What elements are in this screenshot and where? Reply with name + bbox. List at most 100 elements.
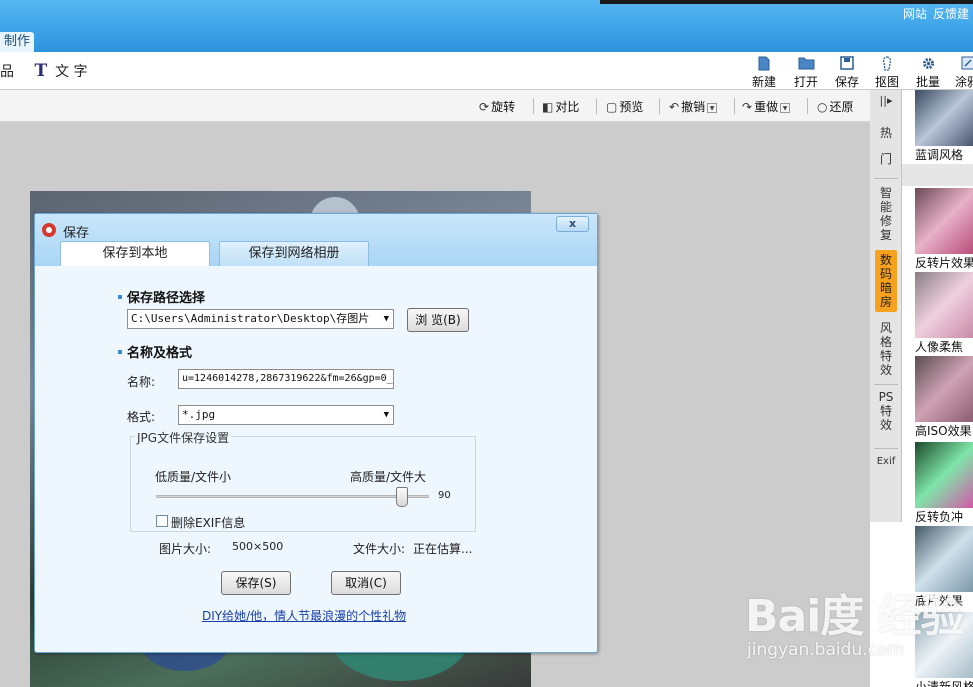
- text-tool-button[interactable]: 文 字: [55, 64, 87, 80]
- thumb-label: 反转片效果: [915, 256, 973, 270]
- save-label: 保存: [834, 75, 859, 89]
- chevron-down-icon[interactable]: ▼: [384, 310, 389, 328]
- watermark-url: jingyan.baidu.com: [747, 640, 904, 660]
- cutout-label: 抠图: [874, 75, 899, 89]
- effect-thumb-reverse[interactable]: 反转片效果: [915, 188, 973, 271]
- restore-icon: ○: [817, 100, 828, 114]
- tab-save-web-album[interactable]: 保存到网络相册: [219, 241, 369, 266]
- text-tool-icon[interactable]: T: [34, 61, 47, 81]
- edit-separator: [533, 98, 534, 114]
- toolbar-item-partial[interactable]: 品: [0, 64, 14, 80]
- batch-label: 批量: [915, 75, 940, 89]
- format-select[interactable]: *.jpg ▼: [178, 405, 394, 425]
- effect-thumb-iso[interactable]: 高ISO效果: [915, 356, 973, 439]
- path-value: C:\Users\Administrator\Desktop\存图片: [131, 312, 370, 325]
- effect-thumb-blue[interactable]: 蓝调风格: [915, 90, 973, 163]
- redo-label: 重做: [754, 100, 779, 114]
- undo-dropdown-icon[interactable]: ▼: [707, 103, 718, 113]
- baidu-watermark: Bai度 经验 jingyan.baidu.com: [745, 580, 973, 687]
- edit-separator: [596, 98, 597, 114]
- format-value: *.jpg: [182, 408, 216, 421]
- dialog-save-button[interactable]: 保存(S): [221, 571, 291, 595]
- file-size-label: 文件大小:: [353, 542, 406, 556]
- tab-separator: [874, 178, 898, 179]
- new-file-icon: [747, 56, 781, 72]
- thumb-label: 人像柔焦: [915, 340, 964, 354]
- open-label: 打开: [793, 75, 818, 89]
- effect-thumb-soft[interactable]: 人像柔焦: [915, 272, 973, 355]
- dialog-cancel-button[interactable]: 取消(C): [331, 571, 401, 595]
- paint-label: 涂鸦: [954, 75, 973, 89]
- preview-label: 预览: [619, 100, 644, 114]
- name-input[interactable]: u=1246014278,2867319622&fm=26&gp=0_: [178, 369, 394, 389]
- thumb-scroll-header: [902, 164, 973, 186]
- dialog-close-button[interactable]: x: [556, 216, 589, 232]
- tab-darkroom[interactable]: 数码暗房: [875, 250, 897, 312]
- browse-button[interactable]: 浏 览(B): [407, 308, 469, 332]
- rotate-icon: ⟳: [479, 100, 490, 114]
- format-label: 格式:: [127, 410, 156, 424]
- compare-label: 对比: [555, 100, 580, 114]
- path-combobox[interactable]: C:\Users\Administrator\Desktop\存图片 ▼: [127, 309, 394, 329]
- title-bar-dark-strip: [600, 0, 973, 4]
- file-size-value: 正在估算...: [413, 542, 473, 556]
- tab-ps-effects[interactable]: PS特效: [875, 390, 897, 444]
- quality-slider-thumb[interactable]: [396, 487, 408, 507]
- redo-dropdown-icon[interactable]: ▼: [780, 103, 791, 113]
- redo-icon: ↷: [742, 100, 753, 114]
- cutout-button[interactable]: 抠图: [870, 56, 904, 90]
- chevron-down-icon[interactable]: ▼: [384, 406, 389, 424]
- undo-icon: ↶: [669, 100, 680, 114]
- high-quality-label: 高质量/文件大: [350, 470, 427, 484]
- section-path-title: 保存路径选择: [118, 287, 205, 306]
- compare-icon: ◧: [542, 100, 554, 114]
- rotate-label: 旋转: [491, 100, 516, 114]
- tab-save-local[interactable]: 保存到本地: [60, 241, 210, 266]
- remove-exif-label[interactable]: 删除EXIF信息: [171, 514, 245, 531]
- tab-exif[interactable]: Exif: [875, 456, 897, 506]
- undo-button[interactable]: ↶ 撤销 ▼: [669, 98, 718, 115]
- thumb-image: [915, 356, 973, 422]
- tab-smart-repair[interactable]: 智能修复: [875, 186, 897, 246]
- preview-button[interactable]: ▢ 预览: [606, 98, 643, 115]
- tab-style-effects[interactable]: 风格特效: [875, 321, 897, 381]
- tab-make[interactable]: 制作: [0, 32, 35, 52]
- batch-button[interactable]: 批量: [911, 56, 945, 90]
- thumb-label: 蓝调风格: [915, 148, 964, 162]
- website-link[interactable]: 网站: [903, 7, 927, 21]
- remove-exif-checkbox[interactable]: [156, 515, 168, 527]
- main-toolbar: 品 T 文 字 新建 打开 保存 抠图 批量 涂鸦: [0, 52, 973, 90]
- edit-separator: [659, 98, 660, 114]
- dialog-header: 保存 x 保存到本地 保存到网络相册: [35, 214, 597, 266]
- gift-ad-link[interactable]: DIY给她/他，情人节最浪漫的个性礼物: [202, 607, 406, 624]
- toolbar-left: 品 T文 字: [0, 61, 88, 81]
- section-name-title: 名称及格式: [118, 342, 192, 361]
- open-folder-icon: [789, 56, 823, 72]
- redo-button[interactable]: ↷ 重做 ▼: [742, 98, 791, 115]
- cutout-icon: [870, 56, 904, 72]
- new-button[interactable]: 新建: [747, 56, 781, 90]
- restore-button[interactable]: ○ 还原: [817, 98, 854, 115]
- rotate-button[interactable]: ⟳ 旋转: [479, 98, 515, 115]
- new-label: 新建: [751, 75, 776, 89]
- watermark-logo-text: Bai度 经验: [745, 591, 965, 642]
- thumb-image: [915, 442, 973, 508]
- quality-slider-track[interactable]: [156, 495, 429, 498]
- compare-button[interactable]: ◧ 对比: [542, 98, 579, 115]
- edit-separator: [807, 98, 808, 114]
- open-button[interactable]: 打开: [789, 56, 823, 90]
- save-button[interactable]: 保存: [830, 56, 864, 90]
- paint-button[interactable]: 涂鸦: [950, 56, 973, 90]
- collapse-panel-icon[interactable]: ||▸: [875, 94, 897, 110]
- effect-thumb-negative[interactable]: 反转负冲: [915, 442, 973, 525]
- save-disk-icon: [830, 56, 864, 72]
- name-label: 名称:: [127, 375, 156, 389]
- thumb-image: [915, 188, 973, 254]
- feedback-link[interactable]: 反馈建: [933, 7, 969, 21]
- preview-icon: ▢: [606, 100, 618, 114]
- tab-hot[interactable]: 热门: [875, 120, 897, 172]
- tab-separator: [874, 384, 898, 385]
- tab-separator: [874, 448, 898, 449]
- restore-label: 还原: [829, 100, 854, 114]
- thumb-image: [915, 90, 973, 146]
